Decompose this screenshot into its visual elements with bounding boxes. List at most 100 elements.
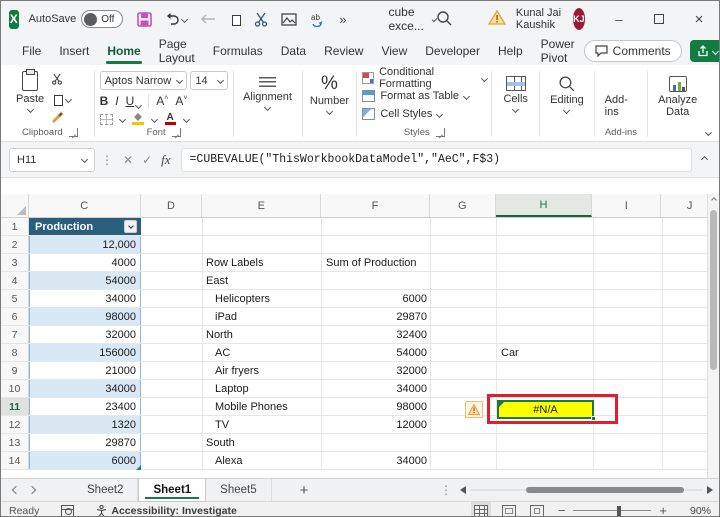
scroll-right-icon[interactable]	[707, 486, 713, 494]
cell-c7[interactable]: 32000	[29, 326, 141, 343]
format-painter-button[interactable]	[51, 111, 71, 126]
paste-button[interactable]: Paste	[11, 69, 49, 126]
qat-overflow-icon[interactable]: »	[339, 12, 346, 27]
next-sheet-icon[interactable]	[27, 485, 37, 495]
cell-e10[interactable]: Laptop	[203, 380, 322, 397]
cell-f3[interactable]: Sum of Production	[322, 254, 431, 271]
tab-home[interactable]: Home	[98, 37, 149, 65]
increase-font-button[interactable]: A˄	[156, 94, 168, 108]
zoom-in-button[interactable]: +	[659, 504, 667, 517]
cell-f9[interactable]: 32000	[322, 362, 431, 379]
row-header[interactable]: 8	[1, 344, 29, 361]
row-header[interactable]: 14	[1, 452, 29, 469]
select-all-button[interactable]	[1, 194, 29, 217]
undo-chevron-icon[interactable]	[181, 15, 189, 23]
column-header-c[interactable]: C	[29, 194, 141, 217]
spelling-icon[interactable]: ab	[310, 12, 326, 27]
tab-splitter-dots[interactable]: ⋮	[440, 484, 452, 496]
minimize-button[interactable]: –	[599, 1, 639, 37]
redo-icon[interactable]	[200, 13, 216, 25]
table-header-cell[interactable]: Production	[29, 218, 141, 235]
analyze-data-button[interactable]: Analyze Data	[653, 74, 702, 120]
cell-c2[interactable]: 12,000	[29, 236, 141, 253]
undo-button[interactable]	[165, 12, 189, 26]
cell-e14[interactable]: Alexa	[203, 452, 322, 469]
clipboard-dialog-launcher-icon[interactable]	[68, 128, 78, 137]
scroll-up-icon[interactable]	[710, 197, 717, 203]
cell-f14[interactable]: 34000	[322, 452, 431, 469]
cell-f5[interactable]: 6000	[322, 290, 431, 307]
zoom-percentage[interactable]: 90%	[681, 505, 711, 517]
cell-e5[interactable]: Helicopters	[203, 290, 322, 307]
row-header[interactable]: 12	[1, 416, 29, 433]
autosave-toggle[interactable]: Off	[81, 10, 124, 28]
underline-button[interactable]: U	[126, 94, 143, 109]
borders-icon[interactable]	[99, 113, 113, 125]
cell-c10[interactable]: 34000	[29, 380, 141, 397]
font-color-chevron-icon[interactable]	[182, 115, 190, 123]
cell-e13[interactable]: South	[203, 434, 322, 451]
font-size-select[interactable]: 14	[190, 71, 228, 90]
tab-review[interactable]: Review	[315, 37, 372, 65]
tab-view[interactable]: View	[372, 37, 416, 65]
bold-button[interactable]: B	[100, 94, 109, 108]
row-header[interactable]: 4	[1, 272, 29, 289]
tab-insert[interactable]: Insert	[50, 37, 98, 65]
cell-f12[interactable]: 12000	[322, 416, 431, 433]
scroll-left-icon[interactable]	[460, 486, 466, 494]
fill-color-icon[interactable]	[132, 113, 145, 126]
cell-c3[interactable]: 4000	[29, 254, 141, 271]
ribbon-collapse-chevron-icon[interactable]	[705, 129, 713, 136]
column-header-h[interactable]: H	[495, 194, 593, 217]
cell-h8[interactable]: Car	[497, 344, 594, 361]
row-header[interactable]: 6	[1, 308, 29, 325]
row-header[interactable]: 9	[1, 362, 29, 379]
row-header[interactable]: 10	[1, 380, 29, 397]
editing-button[interactable]: Editing	[545, 73, 589, 115]
error-smart-tag[interactable]	[465, 401, 483, 418]
tab-help[interactable]: Help	[489, 37, 532, 65]
italic-button[interactable]: I	[115, 94, 118, 108]
column-header-f[interactable]: F	[321, 194, 430, 217]
borders-chevron-icon[interactable]	[118, 115, 126, 123]
row-header[interactable]: 5	[1, 290, 29, 307]
tab-developer[interactable]: Developer	[416, 37, 489, 65]
notification-warning-icon[interactable]	[487, 9, 507, 28]
tab-file[interactable]: File	[13, 37, 50, 65]
decrease-font-button[interactable]: A˅	[175, 94, 187, 108]
insert-function-button[interactable]: fx	[161, 152, 170, 168]
cell-f8[interactable]: 54000	[322, 344, 431, 361]
format-as-table-button[interactable]: Format as Table	[362, 87, 486, 105]
cell-e9[interactable]: Air fryers	[203, 362, 322, 379]
name-box[interactable]: H11	[9, 147, 95, 172]
cell-c6[interactable]: 98000	[29, 308, 141, 325]
font-name-select[interactable]: Aptos Narrow	[99, 71, 188, 90]
cancel-icon[interactable]: ✕	[123, 153, 133, 167]
cell-e11[interactable]: Mobile Phones	[203, 398, 322, 415]
cell-e6[interactable]: iPad	[203, 308, 322, 325]
row-header[interactable]: 13	[1, 434, 29, 451]
user-name[interactable]: Kunal Jai Kaushik	[516, 7, 565, 31]
autosave-control[interactable]: AutoSave Off	[29, 10, 124, 28]
cell-f10[interactable]: 34000	[322, 380, 431, 397]
excel-app-icon[interactable]: X	[9, 9, 19, 29]
cell-e3[interactable]: Row Labels	[203, 254, 322, 271]
zoom-slider-knob[interactable]	[617, 505, 622, 516]
cell-c12[interactable]: 1320	[29, 416, 141, 433]
tab-power-pivot[interactable]: Power Pivot	[532, 37, 584, 65]
enter-check-icon[interactable]: ✓	[142, 153, 152, 167]
row-header[interactable]: 7	[1, 326, 29, 343]
copy-icon[interactable]	[232, 12, 247, 26]
page-break-view-button[interactable]	[529, 504, 544, 516]
cell-c9[interactable]: 21000	[29, 362, 141, 379]
addins-button[interactable]: Add-ins	[600, 74, 643, 120]
horizontal-scroll-thumb[interactable]	[525, 487, 685, 493]
cell-c14[interactable]: 6000	[29, 452, 141, 470]
document-title[interactable]: cube exce...	[389, 5, 438, 33]
cell-e8[interactable]: AC	[203, 344, 322, 361]
cell-f11[interactable]: 98000	[322, 398, 431, 415]
sheet-tab-sheet5[interactable]: Sheet5	[206, 478, 272, 502]
styles-dialog-launcher-icon[interactable]	[435, 128, 445, 137]
close-button[interactable]: ×	[679, 1, 719, 37]
font-dialog-launcher-icon[interactable]	[171, 128, 181, 137]
